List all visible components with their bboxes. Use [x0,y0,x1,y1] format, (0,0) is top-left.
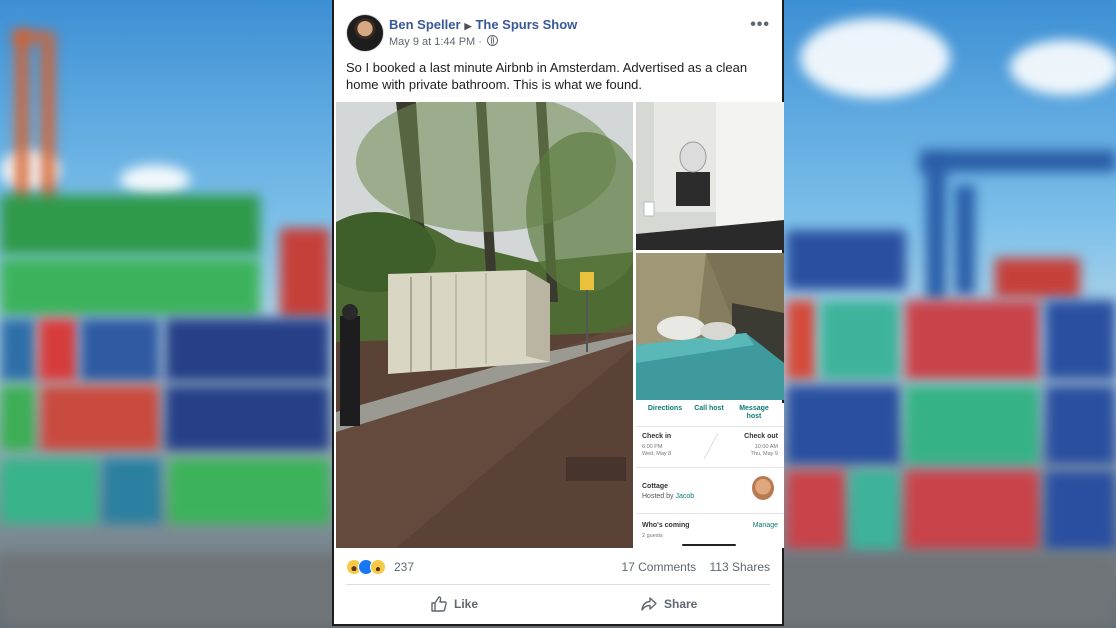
reactions-bar: 237 17 Comments 113 Shares [346,556,770,578]
hosted-by: Hosted by Jacob [642,493,694,501]
post-header: Ben Speller ▶ The Spurs Show May 9 at 1:44… [346,14,770,54]
like-label: Like [454,597,479,611]
actions-divider [346,584,770,585]
bed-image [636,253,784,400]
share-arrow-icon [641,597,657,611]
divider [636,426,784,427]
meta-separator: · [478,36,482,48]
booking-actions: Directions Call host Message host [636,403,784,425]
message-host-line2: host [746,413,762,420]
check-in-date: Wed, May 8 [642,451,672,457]
divider [636,513,784,514]
thumbs-up-icon [431,596,447,612]
globe-icon [487,35,499,46]
group-name[interactable]: The Spurs Show [475,17,577,32]
check-in-time: 6:00 PM [642,444,663,450]
post-text: So I booked a last minute Airbnb in Amst… [346,60,748,92]
host-avatar[interactable] [752,476,774,500]
shares-count[interactable]: 113 Shares [710,560,771,574]
share-button[interactable]: Share [640,594,697,614]
whos-coming-label: Who's coming [642,522,690,529]
post-title: Ben Speller ▶ The Spurs Show [389,17,577,32]
post-timestamp[interactable]: May 9 at 1:44 PM [389,36,475,48]
check-in-label: Check in [642,433,672,440]
author-avatar[interactable] [346,14,384,52]
guest-count: 2 guests [642,533,663,539]
engagement-stats: 17 Comments 113 Shares [621,560,770,574]
check-out-date: Thu, May 9 [750,451,778,457]
home-indicator [682,544,736,546]
toilet-image [636,102,784,250]
photo-shipping-container-street[interactable] [336,102,633,548]
more-options-icon[interactable]: ••• [750,16,770,34]
triangle-right-icon: ▶ [464,21,472,31]
like-button[interactable]: Like [430,594,478,614]
comments-count[interactable]: 17 Comments [621,560,696,574]
call-host-link[interactable]: Call host [692,405,726,413]
date-divider-line [703,432,719,460]
divider [636,467,784,468]
host-name-link[interactable]: Jacob [675,493,694,500]
message-host-link[interactable]: Message host [736,405,772,421]
check-out-time: 10:00 AM [754,444,778,450]
street-scene-image [336,102,633,548]
check-out-label: Check out [744,433,778,440]
share-label: Share [664,597,698,611]
photo-booking-screenshot[interactable]: Directions Call host Message host Check … [636,403,784,548]
photo-toilet[interactable] [636,102,784,250]
author-name[interactable]: Ben Speller [389,17,461,32]
directions-link[interactable]: Directions [646,405,684,413]
post-meta: May 9 at 1:44 PM · [389,35,499,48]
manage-link[interactable]: Manage [753,522,778,529]
wow-reaction-icon[interactable] [370,559,386,575]
photo-bed[interactable] [636,253,784,400]
hosted-by-prefix: Hosted by [642,493,674,500]
message-host-line1: Message [739,405,769,412]
listing-type: Cottage [642,483,669,490]
facebook-post: Ben Speller ▶ The Spurs Show May 9 at 1:44… [332,0,784,626]
reaction-count[interactable]: 237 [394,560,414,574]
